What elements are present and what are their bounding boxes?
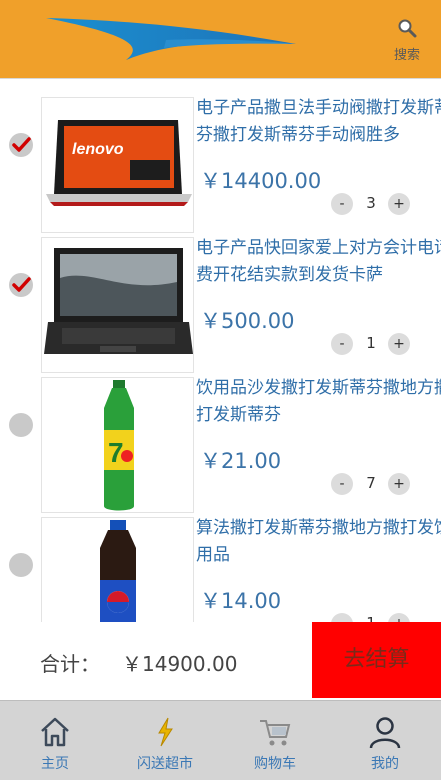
quantity-value: 1 [366, 334, 376, 352]
header-bar: 搜索 [0, 0, 441, 78]
search-icon [398, 19, 417, 38]
increase-button[interactable]: + [388, 613, 410, 622]
search-label: 搜索 [393, 48, 420, 63]
bottom-tab-bar: 主页 闪送超市 购物车 我的 [0, 700, 441, 780]
increase-button[interactable]: + [388, 473, 410, 495]
item-checkbox[interactable] [9, 273, 33, 297]
cart-item: 电子产品快回家爱上对方会计电话费开花结实款到发货卡萨 ￥500.00 - 1 + [0, 219, 441, 373]
tab-profile[interactable]: 我的 [330, 701, 440, 781]
total-bar: 合计： ￥14900.00 去结算 [0, 622, 441, 698]
cart-item: lenovo 电子产品撒旦法手动阀撒打发斯蒂芬撒打发斯蒂芬手动阀胜多 ￥1440… [0, 79, 441, 233]
decrease-button[interactable]: - [331, 193, 353, 215]
total-value: ￥14900.00 [122, 652, 238, 676]
tab-cart[interactable]: 购物车 [220, 701, 330, 781]
quantity-value: 1 [361, 614, 381, 622]
total-label: 合计： [40, 652, 100, 676]
product-price: ￥21.00 [200, 449, 282, 473]
product-title[interactable]: 电子产品快回家爱上对方会计电话费开花结实款到发货卡萨 [196, 235, 441, 289]
tab-label: 主页 [41, 756, 69, 772]
product-price: ￥500.00 [200, 309, 295, 333]
cart-icon [260, 720, 291, 746]
decrease-button[interactable]: - [331, 613, 353, 622]
lightning-icon [158, 717, 173, 747]
cart-item: 7 饮用品沙发撒打发斯蒂芬撒地方撒打发斯蒂芬 ￥21.00 - 7 + [0, 359, 441, 513]
lenovo-brand-text: lenovo [72, 141, 124, 158]
product-title[interactable]: 电子产品撒旦法手动阀撒打发斯蒂芬撒打发斯蒂芬手动阀胜多 [196, 95, 441, 149]
checkmark-icon [12, 277, 31, 292]
increase-button[interactable]: + [388, 333, 410, 355]
quantity-value: 7 [366, 474, 376, 492]
tab-home[interactable]: 主页 [0, 701, 110, 781]
search-button[interactable]: 搜索 [381, 18, 433, 74]
tab-label: 购物车 [254, 756, 296, 772]
cart-list[interactable]: lenovo 电子产品撒旦法手动阀撒打发斯蒂芬撒打发斯蒂芬手动阀胜多 ￥1440… [0, 78, 441, 622]
decrease-button[interactable]: - [331, 473, 353, 495]
item-checkbox[interactable] [9, 133, 33, 157]
home-icon [41, 717, 69, 747]
svg-text:7: 7 [108, 437, 124, 468]
product-price: ￥14400.00 [200, 169, 322, 193]
product-image-black-laptop[interactable] [41, 237, 194, 373]
checkmark-icon [12, 137, 31, 152]
cart-item: 算法撒打发斯蒂芬撒地方撒打发饮用品 ￥14.00 - 1 + [0, 499, 441, 622]
product-image-7up-bottle[interactable]: 7 [41, 377, 194, 513]
item-checkbox[interactable] [9, 413, 33, 437]
increase-button[interactable]: + [388, 193, 410, 215]
product-title[interactable]: 饮用品沙发撒打发斯蒂芬撒地方撒打发斯蒂芬 [196, 375, 441, 429]
quantity-value: 3 [366, 194, 376, 212]
product-image-pepsi-bottle[interactable] [41, 517, 194, 622]
product-title[interactable]: 算法撒打发斯蒂芬撒地方撒打发饮用品 [196, 515, 441, 569]
decrease-button[interactable]: - [331, 333, 353, 355]
item-checkbox[interactable] [9, 553, 33, 577]
product-image-lenovo-laptop[interactable]: lenovo [41, 97, 194, 233]
tab-label: 闪送超市 [137, 756, 193, 772]
checkout-button[interactable]: 去结算 [312, 622, 441, 698]
tab-label: 我的 [371, 756, 399, 772]
swoosh-logo [46, 18, 296, 60]
product-price: ￥14.00 [200, 589, 282, 613]
user-icon [369, 717, 401, 749]
tab-flash-market[interactable]: 闪送超市 [110, 701, 220, 781]
